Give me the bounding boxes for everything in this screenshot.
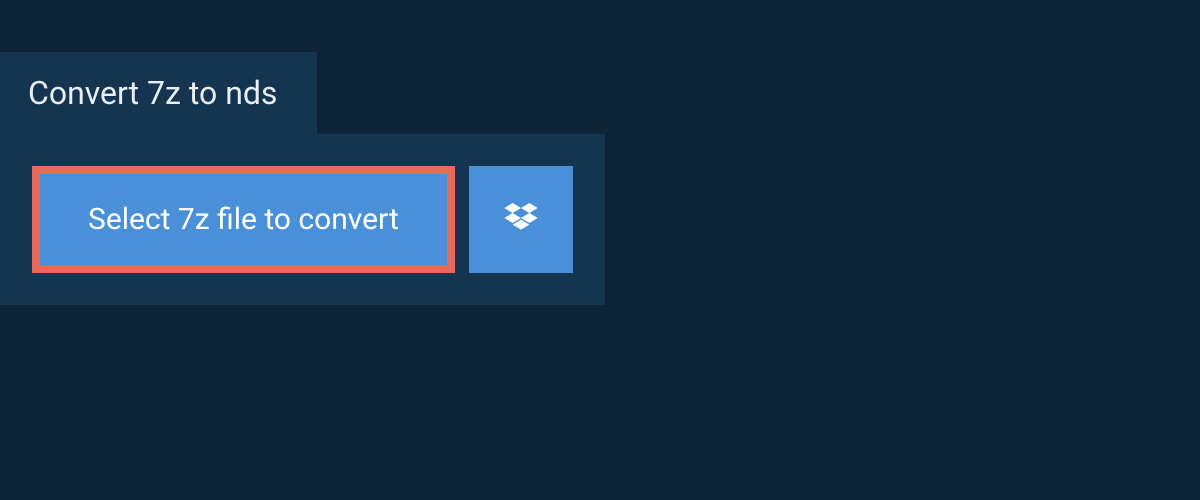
dropbox-button[interactable] bbox=[469, 166, 573, 273]
upload-panel: Select 7z file to convert bbox=[0, 134, 605, 305]
select-file-label: Select 7z file to convert bbox=[88, 202, 399, 237]
dropbox-icon bbox=[501, 198, 541, 241]
page-title-tab: Convert 7z to nds bbox=[0, 52, 317, 134]
select-file-button[interactable]: Select 7z file to convert bbox=[32, 166, 455, 273]
page-title: Convert 7z to nds bbox=[28, 74, 277, 112]
